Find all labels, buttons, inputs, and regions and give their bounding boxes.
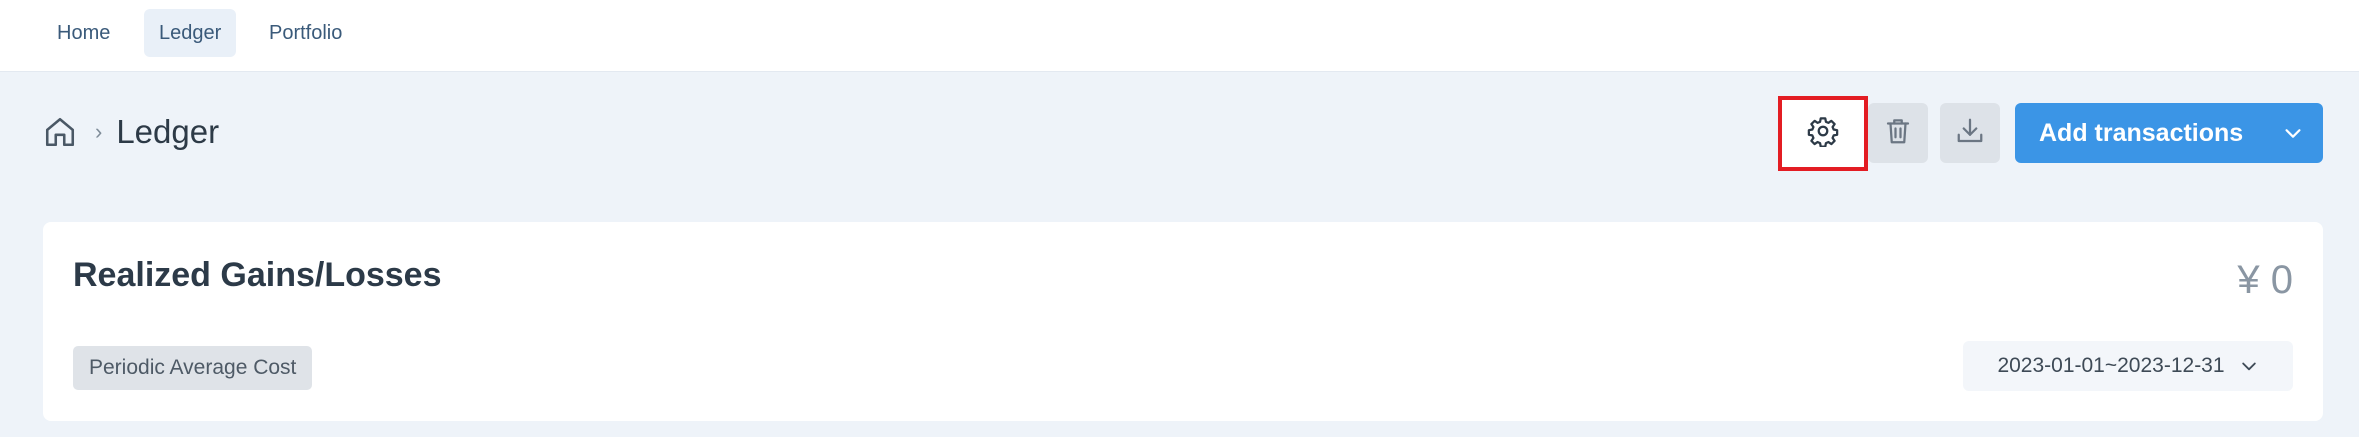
cost-method-badge: Periodic Average Cost <box>73 346 313 390</box>
add-transactions-button[interactable]: Add transactions <box>2015 103 2323 163</box>
page-title: Ledger <box>116 113 220 150</box>
settings-button[interactable] <box>1778 96 1868 171</box>
chevron-down-icon[interactable] <box>2263 103 2323 163</box>
download-button[interactable] <box>1940 103 2000 163</box>
date-range-selector[interactable]: 2023-01-01~2023-12-31 <box>1963 341 2293 391</box>
breadcrumb: › Ledger <box>43 112 219 152</box>
nav-item-ledger[interactable]: Ledger <box>144 9 237 57</box>
date-range-value: 2023-01-01~2023-12-31 <box>1997 354 2225 377</box>
gear-icon <box>1807 115 1839 152</box>
nav-item-home[interactable]: Home <box>42 9 125 57</box>
download-icon <box>1955 116 1985 151</box>
delete-button[interactable] <box>1868 103 1928 163</box>
trash-icon <box>1883 116 1913 151</box>
card-title: Realized Gains/Losses <box>73 256 442 294</box>
chevron-down-icon <box>2239 356 2259 376</box>
realized-amount: ¥ 0 <box>2237 258 2293 302</box>
nav-item-portfolio[interactable]: Portfolio <box>254 9 357 57</box>
realized-gains-card: Realized Gains/Losses ¥ 0 Periodic Avera… <box>43 222 2323 421</box>
breadcrumb-separator: › <box>95 119 103 144</box>
home-icon[interactable] <box>43 115 77 149</box>
add-transactions-label: Add transactions <box>2039 118 2244 147</box>
top-navigation: Home Ledger Portfolio <box>0 0 2359 72</box>
